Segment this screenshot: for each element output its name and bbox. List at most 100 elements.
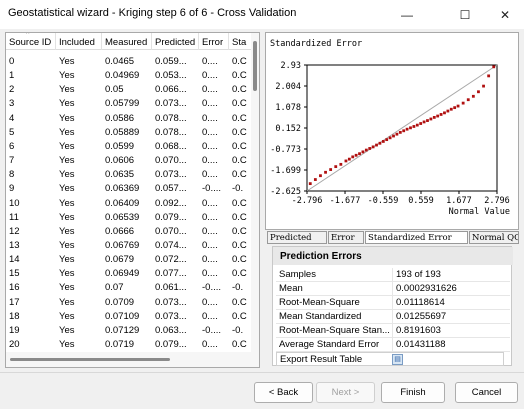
y-tick-label: 1.078: [275, 103, 301, 113]
table-cell: 0.06539: [105, 211, 140, 223]
horizontal-scroll-thumb[interactable]: [10, 358, 170, 361]
table-cell: 0.0606: [105, 155, 135, 167]
prediction-error-value: 0.01431188: [396, 339, 446, 350]
table-cell: 0.07129: [105, 324, 140, 336]
table-cell: 0.057...: [155, 183, 187, 195]
export-result-table-row[interactable]: Export Result Table ▤: [276, 352, 504, 366]
table-row[interactable]: 20 Yes 0.0719 0.079... 0.... 0.C: [6, 338, 254, 352]
table-row[interactable]: 18 Yes 0.07109 0.073... 0.... 0.C: [6, 310, 254, 324]
back-button[interactable]: < Back: [254, 382, 313, 403]
cross-validation-table[interactable]: ^ Source ID Included Measured Predicted Erro…: [5, 32, 260, 368]
prediction-error-row: Samples 193 of 193: [276, 268, 510, 282]
table-cell: 0....: [202, 296, 218, 308]
minimize-button[interactable]: —: [390, 0, 424, 29]
table-row[interactable]: 9 Yes 0.06369 0.057... -0.... -0.: [6, 182, 254, 196]
window-title: Geostatistical wizard - Kriging step 6 o…: [8, 7, 297, 19]
x-axis-label: Normal Value: [449, 207, 510, 217]
table-vertical-scrollbar[interactable]: [251, 33, 259, 353]
table-row[interactable]: 19 Yes 0.07129 0.063... -0.... -0.: [6, 324, 254, 338]
table-cell: 0.0719: [105, 339, 135, 350]
table-row[interactable]: 3 Yes 0.05799 0.073... 0.... 0.C: [6, 97, 254, 111]
table-cell: 0.06409: [105, 197, 140, 209]
table-row[interactable]: 12 Yes 0.0666 0.070... 0.... 0.C: [6, 225, 254, 239]
column-header[interactable]: Source ID: [6, 33, 56, 50]
table-row[interactable]: 2 Yes 0.05 0.066... 0.... 0.C: [6, 83, 254, 97]
cancel-button[interactable]: Cancel: [455, 382, 518, 403]
prediction-error-row: Average Standard Error 0.01431188: [276, 338, 510, 352]
data-point: [422, 120, 426, 124]
close-button[interactable]: ✕: [488, 0, 522, 29]
table-cell: Yes: [59, 169, 75, 181]
table-cell: 0....: [202, 169, 218, 181]
table-cell: 0.070...: [155, 225, 187, 237]
data-point: [347, 157, 351, 161]
data-point: [487, 74, 491, 78]
data-point: [439, 113, 443, 116]
cell-divider: [392, 296, 393, 309]
table-cell: 0.06369: [105, 183, 140, 195]
x-tick-label: -2.796: [292, 196, 323, 206]
tab-error[interactable]: Error: [328, 231, 364, 244]
table-cell: 0.078...: [155, 112, 187, 124]
table-row[interactable]: 0 Yes 0.0465 0.059... 0.... 0.C: [6, 55, 254, 69]
table-row[interactable]: 6 Yes 0.0599 0.068... 0.... 0.C: [6, 140, 254, 154]
x-tick-label: 0.559: [408, 196, 434, 206]
table-row[interactable]: 8 Yes 0.0635 0.073... 0.... 0.C: [6, 168, 254, 182]
table-cell: 8: [9, 169, 15, 181]
data-point: [398, 130, 402, 134]
column-header[interactable]: Measured: [102, 33, 152, 50]
table-cell: 0....: [202, 268, 218, 280]
data-point: [446, 109, 450, 113]
column-header[interactable]: Error: [199, 33, 229, 50]
table-cell: 3: [9, 98, 15, 110]
table-row[interactable]: 16 Yes 0.07 0.061... -0.... -0.: [6, 281, 254, 295]
table-horizontal-scrollbar[interactable]: [6, 352, 259, 367]
table-row[interactable]: 17 Yes 0.0709 0.073... 0.... 0.C: [6, 296, 254, 310]
table-cell: 10: [9, 197, 20, 209]
tab-standardized-error[interactable]: Standardized Error: [365, 231, 468, 244]
table-cell: 11: [9, 211, 19, 223]
tab-predicted[interactable]: Predicted: [267, 231, 327, 244]
prediction-errors-header[interactable]: Prediction Errors: [273, 247, 513, 265]
table-cell: 0....: [202, 140, 218, 152]
table-cell: 0.0679: [105, 254, 135, 266]
table-row[interactable]: 4 Yes 0.0586 0.078... 0.... 0.C: [6, 112, 254, 126]
table-cell: 0.0709: [105, 296, 135, 308]
column-header[interactable]: Predicted: [152, 33, 199, 50]
table-cell: Yes: [59, 155, 75, 167]
next-button[interactable]: Next >: [316, 382, 375, 403]
data-point: [419, 122, 423, 125]
table-cell: 16: [9, 282, 20, 294]
table-cell: 0....: [202, 197, 218, 209]
data-point: [492, 65, 496, 69]
data-point: [443, 111, 446, 115]
table-cell: 0.0666: [105, 225, 135, 237]
table-row[interactable]: 7 Yes 0.0606 0.070... 0.... 0.C: [6, 154, 254, 168]
table-cell: -0....: [202, 183, 222, 195]
prediction-errors-panel: Prediction Errors Samples 193 of 193 Mean 0…: [272, 246, 513, 366]
maximize-button[interactable]: ☐: [448, 0, 482, 29]
table-row[interactable]: 10 Yes 0.06409 0.092... 0.... 0.C: [6, 197, 254, 211]
table-cell: 0.0635: [105, 169, 135, 181]
table-cell: Yes: [59, 268, 75, 280]
export-result-table-label: Export Result Table: [280, 354, 363, 365]
table-row[interactable]: 14 Yes 0.0679 0.072... 0.... 0.C: [6, 253, 254, 267]
table-row[interactable]: 5 Yes 0.05889 0.078... 0.... 0.C: [6, 126, 254, 140]
table-cell: 18: [9, 310, 20, 322]
data-point: [405, 127, 409, 131]
table-cell: Yes: [59, 211, 75, 223]
table-row[interactable]: 13 Yes 0.06769 0.074... 0.... 0.C: [6, 239, 254, 253]
column-header[interactable]: Included: [56, 33, 102, 50]
prediction-error-label: Mean: [279, 283, 303, 294]
prediction-error-label: Root-Mean-Square: [279, 297, 360, 308]
tab-normal-qq[interactable]: Normal QQ: [469, 231, 519, 244]
table-row[interactable]: 11 Yes 0.06539 0.079... 0.... 0.C: [6, 211, 254, 225]
finish-button[interactable]: Finish: [381, 382, 445, 403]
table-cell: Yes: [59, 324, 75, 336]
vertical-scroll-thumb[interactable]: [253, 41, 257, 91]
data-point: [313, 178, 317, 181]
export-table-icon[interactable]: ▤: [392, 354, 403, 365]
table-cell: 0.06769: [105, 239, 140, 251]
table-row[interactable]: 15 Yes 0.06949 0.077... 0.... 0.C: [6, 267, 254, 281]
table-row[interactable]: 1 Yes 0.04969 0.053... 0.... 0.C: [6, 69, 254, 83]
